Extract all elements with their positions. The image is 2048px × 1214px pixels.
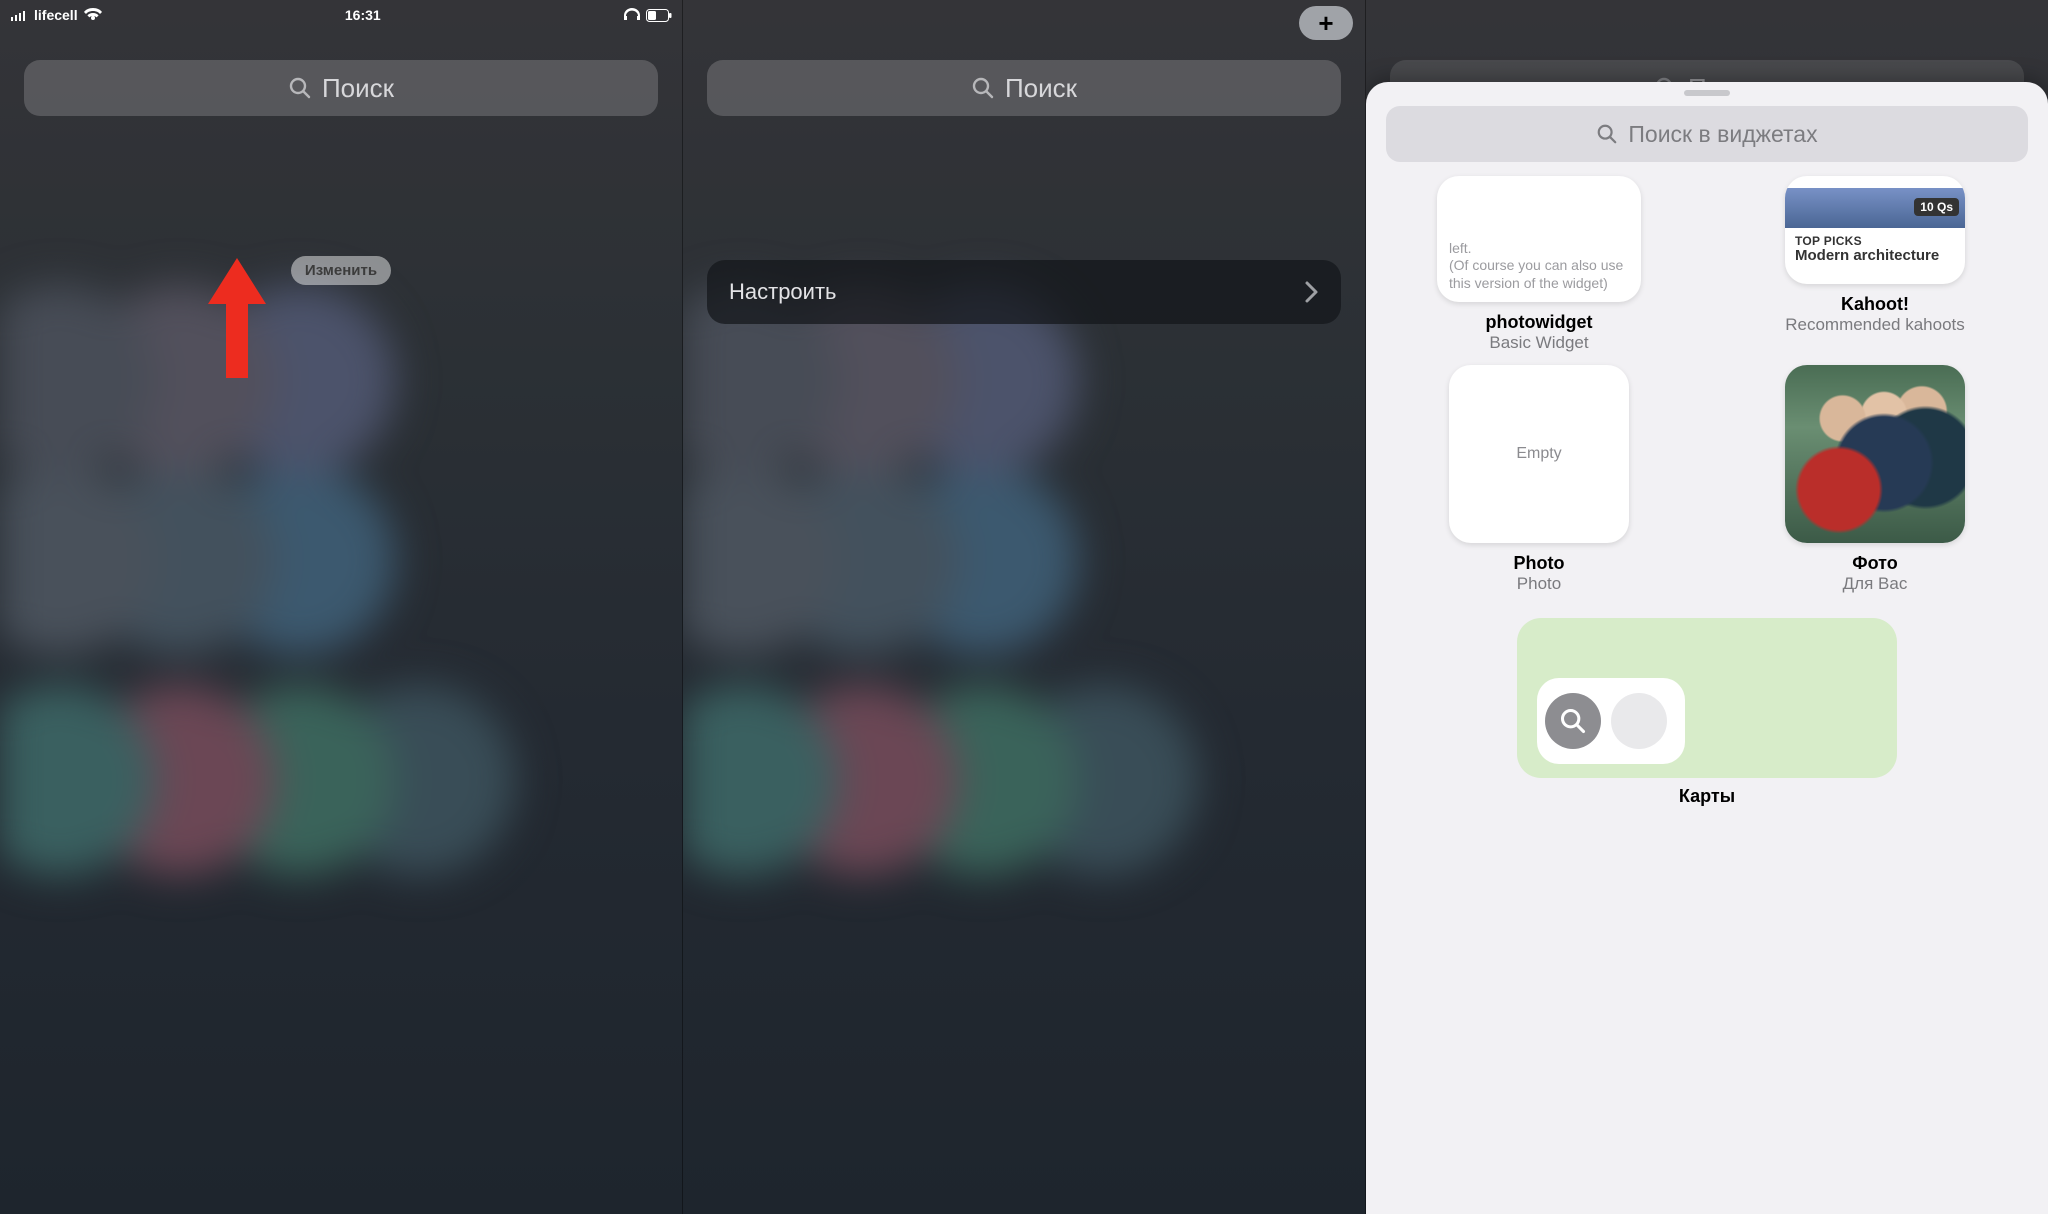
search-placeholder: Поиск [322,73,394,104]
widget-preview-text: left. (Of course you can also use this v… [1449,240,1629,293]
maps-placeholder-icon [1611,693,1667,749]
widget-search-field[interactable]: Поиск в виджетах [1386,106,2028,162]
carrier-label: lifecell [34,7,78,23]
widget-option-photowidget[interactable]: left. (Of course you can also use this v… [1386,176,1692,353]
search-icon [288,76,312,100]
search-field[interactable]: Поиск [24,60,658,116]
chevron-right-icon [1303,280,1319,304]
widget-subtitle: Basic Widget [1486,333,1593,353]
edit-button[interactable]: Изменить [291,256,391,285]
widget-title: Photo [1514,553,1565,574]
search-icon [1596,123,1618,145]
widget-title: Карты [1386,786,2028,807]
widget-option-kahoot[interactable]: 10 Qs TOP PICKS Modern architecture Kaho… [1722,176,2028,353]
wifi-icon [84,8,102,22]
widget-subtitle: Photo [1514,574,1565,594]
panel-today-view: lifecell 16:31 Поиск Изменить [0,0,683,1214]
widget-title: Kahoot! [1785,294,1965,315]
widget-option-photo[interactable]: Empty Photo Photo [1386,365,1692,594]
cellular-icon [10,9,28,21]
widget-subtitle: Recommended kahoots [1785,315,1965,335]
search-field[interactable]: Поиск [707,60,1341,116]
add-widget-button[interactable]: + [1299,6,1353,40]
annotation-arrow [208,258,266,378]
kahoot-badge: 10 Qs [1914,198,1959,216]
battery-icon [646,9,672,22]
widget-option-photos-for-you[interactable]: Фото Для Вас [1722,365,2028,594]
kahoot-top-picks: TOP PICKS [1795,234,1955,248]
panel-widget-gallery: Поиск Поиск в виджетах left. (Of course … [1366,0,2048,1214]
widget-preview: Empty [1449,365,1629,543]
maps-search-icon [1545,693,1601,749]
maps-preview [1517,618,1897,778]
edit-button-label: Изменить [305,262,377,279]
widget-subtitle: Для Вас [1843,574,1908,594]
widget-option-maps[interactable]: Карты [1386,618,2028,807]
search-placeholder: Поиск [1005,73,1077,104]
configure-label: Настроить [729,279,837,305]
widget-preview-text: Empty [1516,445,1561,463]
widget-preview: left. (Of course you can also use this v… [1437,176,1641,302]
sheet-grabber[interactable] [1684,90,1730,96]
plus-icon: + [1318,10,1333,36]
configure-row[interactable]: Настроить [707,260,1341,324]
widget-gallery-sheet: Поиск в виджетах left. (Of course you ca… [1366,82,2048,1214]
widget-preview: 10 Qs TOP PICKS Modern architecture [1785,176,1965,284]
panel-today-edit: + Поиск Настроить [683,0,1366,1214]
status-time: 16:31 [345,7,381,23]
widget-preview [1785,365,1965,543]
search-icon [971,76,995,100]
kahoot-headline: Modern architecture [1795,248,1955,265]
widget-search-placeholder: Поиск в виджетах [1628,121,1817,148]
widget-title: Фото [1843,553,1908,574]
status-bar: lifecell 16:31 [0,0,682,30]
headphones-icon [624,8,640,22]
widget-title: photowidget [1486,312,1593,333]
